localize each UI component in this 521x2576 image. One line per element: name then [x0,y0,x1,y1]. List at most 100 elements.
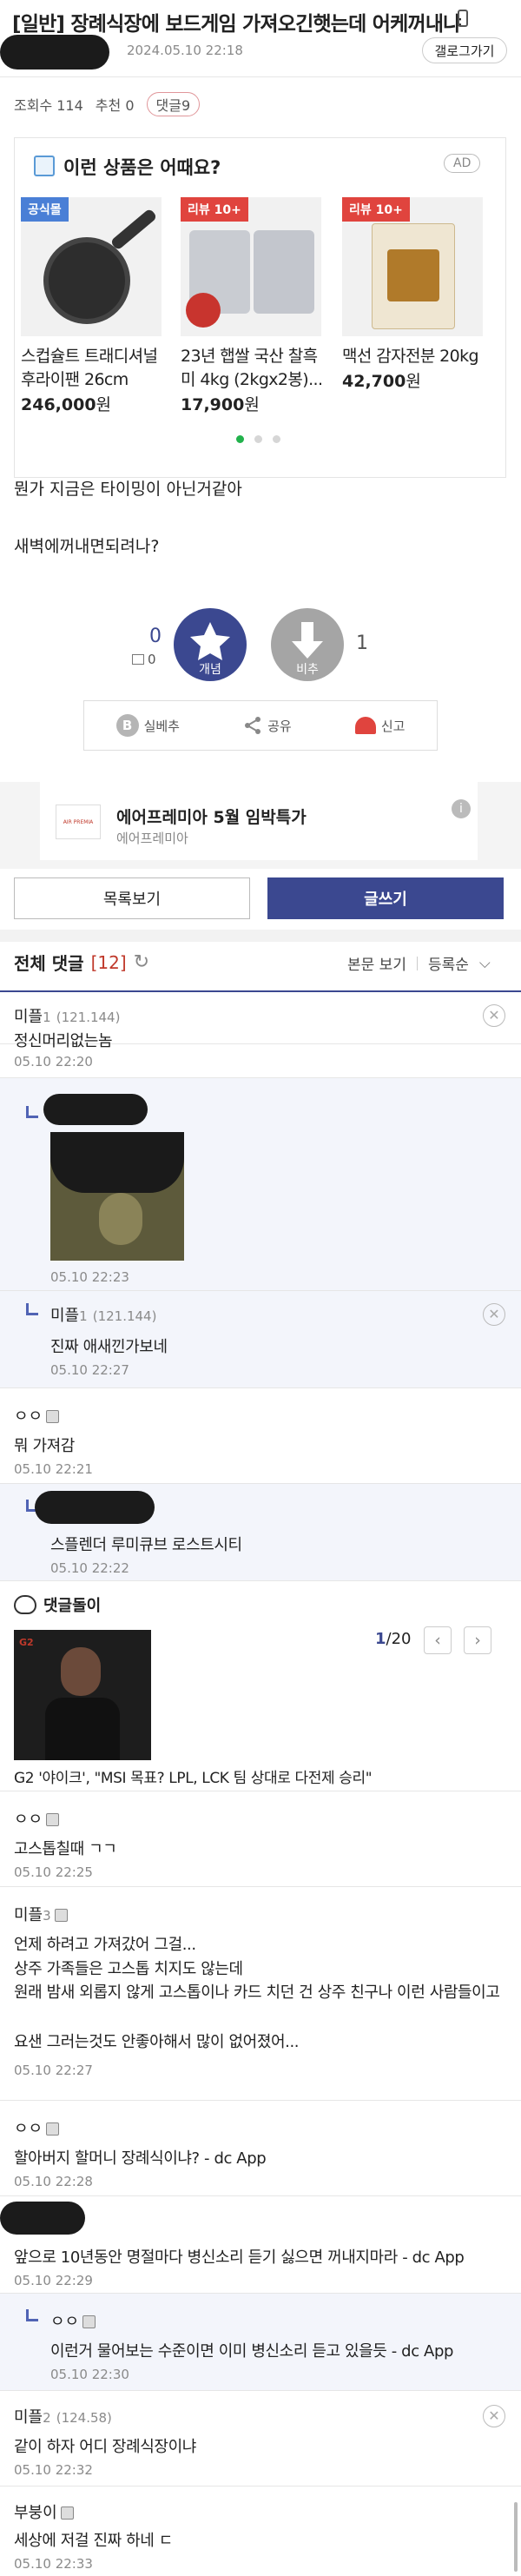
gallog-icon [60,2506,74,2520]
comment-time: 05.10 22:33 [14,2556,93,2572]
close-icon[interactable]: ✕ [483,1004,505,1027]
chevron-down-icon: ⌵ [478,954,491,972]
comment-text-line: 요샌 그러는것도 안좋아해서 많이 없어졌어... [14,2033,300,2051]
comment-ip: (121.144) [56,1010,121,1025]
carousel-dot-active[interactable] [236,435,244,443]
comment-nick: 미플 [14,2408,43,2427]
comment-author[interactable]: ㅇㅇ [14,2116,60,2139]
vote-up-label: 개념 [199,663,221,677]
list-button[interactable]: 목록보기 [14,877,250,919]
chevron-right-icon[interactable]: › [464,1626,491,1654]
chevron-left-icon[interactable]: ‹ [424,1626,452,1654]
product-price: 42,700 [342,372,406,391]
product-price: 17,900 [181,395,245,414]
carousel-dot[interactable] [273,435,280,443]
comments-count: [12] [90,951,127,973]
news-headline[interactable]: G2 '야이크', "MSI 목표? LPL, LCK 팀 상대로 다전제 승리… [14,1765,373,1787]
news-image[interactable]: G2 [14,1630,151,1760]
vote-up-button[interactable]: 개념 [174,608,247,681]
banner-ad[interactable]: AIR PREMIA 에어프레미아 5월 임박특가 에어프레미아 i [40,782,478,860]
product-price-row: 42,700원 [342,368,485,392]
list-button-label: 목록보기 [102,891,162,909]
post-meta: 조회수 114 추천 0 댓글9 [14,92,201,116]
report-button[interactable]: 신고 [354,717,406,735]
product-price-unit: 원 [244,395,260,414]
product-card[interactable]: 리뷰 10+ 맥선 감자전분 20kg 42,700원 [342,197,485,392]
comment-time: 05.10 22:27 [50,1362,129,1378]
report-label: 신고 [380,718,406,734]
comment-author[interactable]: 미플1 (121.144) [14,1004,120,1027]
product-card[interactable]: 리뷰 10+ 23년 햅쌀 국산 찰흑미 4kg (2kgx2봉)... 17,… [181,197,323,415]
write-button-label: 글쓰기 [364,891,407,909]
info-icon[interactable]: i [452,799,471,818]
author-nickname-redacted[interactable] [0,2202,85,2235]
comment-text: 같이 하자 어디 장례식장이냐 [14,2438,196,2456]
view-count: 조회수 114 [14,97,83,114]
comment-text: 스플렌더 루미큐브 로스트시티 [50,1536,242,1554]
bot-face-icon [14,1595,36,1614]
comment-count-badge[interactable]: 댓글9 [146,92,201,116]
product-name: 스컵슐트 트래디셔널 후라이팬 26cm [21,347,158,389]
comment-author[interactable]: 부붕이 [14,2500,74,2523]
comment-ip: (121.144) [92,1308,157,1324]
banner-title: 에어프레미아 5월 임박특가 [116,808,307,827]
comment-text: 세상에 저걸 진짜 하네 ㄷ [14,2532,173,2550]
view-body-toggle[interactable]: 본문 보기 [347,952,406,974]
author-nickname-redacted[interactable] [35,1491,155,1524]
comment-nick: ㅇㅇ [50,2313,80,2331]
carousel-dot[interactable] [254,435,262,443]
ad-badge[interactable]: AD [444,154,481,173]
image-shadow-top [50,1132,184,1193]
comment-time: 05.10 22:20 [14,1054,93,1069]
comment-time: 05.10 22:25 [14,1864,93,1880]
close-icon[interactable]: ✕ [483,1303,505,1326]
real-recommend-button[interactable]: B 실베추 [115,714,180,737]
carousel-dots[interactable] [236,435,280,443]
comment-author[interactable]: 미플1 (121.144) [50,1303,156,1326]
product-tag: 리뷰 10+ [181,197,248,222]
close-icon[interactable]: ✕ [483,2405,505,2427]
comment-item: ㅇㅇ 할아버지 할머니 장례식이냐? - dc App 05.10 22:28 [0,2101,521,2196]
share-button[interactable]: 공유 [243,716,292,735]
comment-text: 진짜 애새낀가보네 [50,1338,168,1356]
ad-icon [34,156,55,176]
refresh-icon[interactable]: ↻ [134,951,149,973]
comment-nick: 미플 [50,1307,80,1325]
comment-nick: ㅇㅇ [14,1811,43,1829]
comment-time: 05.10 22:29 [14,2273,93,2288]
product-name: 맥선 감자전분 20kg [342,347,479,366]
comment-text-line: 언제 하려고 가져갔어 그걸... [14,1936,196,1954]
comment-text: 할아버지 할머니 장례식이냐? - dc App [14,2149,267,2168]
product-card[interactable]: 공식몰 스컵슐트 트래디셔널 후라이팬 26cm 246,000원 [21,197,162,415]
vote-down-button[interactable]: 비추 [271,608,344,681]
comment-author[interactable]: 미플2 (124.58) [14,2405,112,2427]
comment-author[interactable]: ㅇㅇ [50,2309,96,2332]
comment-author[interactable]: ㅇㅇ [14,1807,60,1830]
starch-label [387,249,439,301]
comment-time: 05.10 22:30 [50,2367,129,2382]
comment-author[interactable]: 미플3 [14,1903,68,1925]
author-nickname-redacted[interactable] [0,35,109,70]
header-divider [0,76,521,77]
comment-text: 앞으로 10년동안 명절마다 병신소리 듣기 싫으면 꺼내지마라 - dc Ap… [14,2248,465,2267]
recommend-count: 추천 0 [95,97,135,114]
real-recommend-icon: B [115,714,139,737]
scrollbar[interactable] [514,2502,518,2572]
news-total: /20 [386,1630,412,1648]
comment-author[interactable]: ㅇㅇ [14,1404,60,1427]
comment-image[interactable] [50,1132,184,1261]
reply-arrow-icon [26,1106,38,1118]
comment-bot-label: 댓글돌이 [43,1597,102,1615]
reply-item: 미플1 (121.144) ✕ 진짜 애새낀가보네 05.10 22:27 [0,1291,521,1388]
pan-shape [43,237,130,324]
vote-down-label: 비추 [296,663,319,677]
vote-up-count: 0 [149,626,162,647]
comment-text-line: 상주 가족들은 고스톱 치지도 않는데 [14,1960,243,1978]
comment-time: 05.10 22:21 [14,1461,93,1477]
gallog-button[interactable]: 갤로그가기 [422,37,507,63]
sort-select[interactable]: 등록순 [428,952,469,974]
write-button[interactable]: 글쓰기 [267,877,504,919]
product-price-unit: 원 [96,395,112,414]
rice-bag-2 [254,230,314,314]
author-nickname-redacted[interactable] [43,1094,148,1125]
